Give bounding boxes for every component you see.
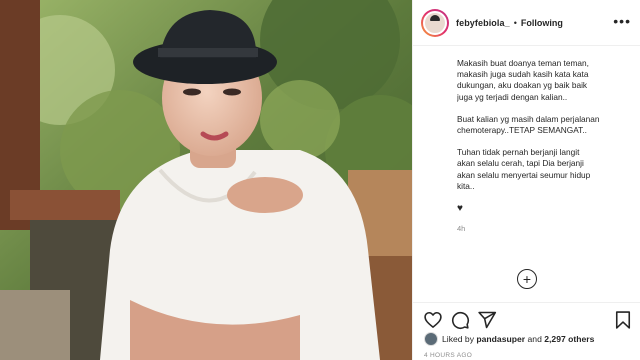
comment-icon[interactable] bbox=[450, 310, 470, 330]
plus-icon: + bbox=[522, 271, 532, 287]
caption-area: ~~~~~ ~~~~~~~~ ~~~~~~~~~ ~~ ~~~~~~ Makas… bbox=[457, 46, 635, 296]
liked-by-middle: and bbox=[527, 334, 542, 344]
caption-truncated-line: ~~~~~ ~~~~~~~~ ~~~~~~~~~ ~~ ~~~~~~ bbox=[457, 46, 635, 50]
header-separator: • bbox=[513, 17, 517, 28]
caption-heart-emoji: ♥ bbox=[457, 203, 463, 215]
caption-time: 4h bbox=[457, 224, 466, 234]
load-more-comments-button[interactable]: + bbox=[517, 269, 537, 289]
following-button[interactable]: Following bbox=[521, 18, 563, 28]
heart-outline-icon[interactable] bbox=[423, 310, 443, 330]
author-username[interactable]: febyfebiola_ bbox=[456, 18, 510, 28]
likes-count-link[interactable]: 2,297 others bbox=[544, 334, 594, 344]
liked-by-prefix: Liked by bbox=[442, 334, 475, 344]
bookmark-icon[interactable] bbox=[613, 310, 633, 330]
caption-paragraph: Makasih buat doanya teman teman, makasih… bbox=[457, 58, 589, 102]
paper-plane-icon[interactable] bbox=[477, 310, 497, 330]
post-photo[interactable] bbox=[0, 0, 412, 360]
post-timestamp[interactable]: 4 HOURS AGO bbox=[424, 352, 472, 359]
more-options-button[interactable]: ••• bbox=[613, 13, 631, 29]
post-photo-illustration bbox=[0, 0, 412, 360]
post-panel: febyfebiola_ • Following ••• ~~~~~ ~~~~~… bbox=[412, 0, 640, 360]
post-header: febyfebiola_ • Following ••• bbox=[413, 0, 640, 46]
liker-avatar[interactable] bbox=[424, 332, 438, 346]
author-avatar[interactable] bbox=[421, 8, 449, 37]
caption-paragraph: Tuhan tidak pernah berjanji langit akan … bbox=[457, 147, 591, 191]
liked-by-line: Liked by pandasuper and 2,297 others bbox=[424, 332, 594, 346]
caption-paragraph: Buat kalian yg masih dalam perjalanan ch… bbox=[457, 113, 600, 136]
liker-username[interactable]: pandasuper bbox=[476, 334, 525, 344]
author-avatar-image bbox=[423, 10, 447, 35]
